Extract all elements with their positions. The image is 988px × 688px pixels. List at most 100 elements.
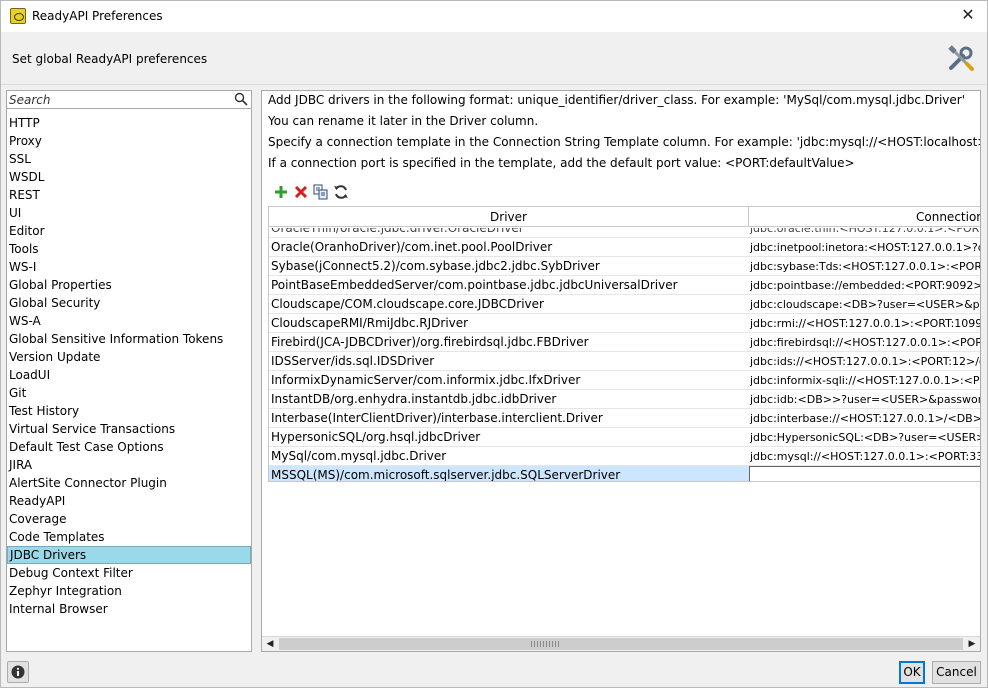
driver-cell[interactable]: Sybase(jConnect5.2)/com.sybase.jdbc2.jdb… bbox=[271, 257, 747, 276]
driver-cell[interactable]: PointBaseEmbeddedServer/com.pointbase.jd… bbox=[271, 276, 747, 295]
sidebar-item-editor[interactable]: Editor bbox=[7, 222, 251, 240]
sidebar-item-code-templates[interactable]: Code Templates bbox=[7, 528, 251, 546]
sidebar-item-test-history[interactable]: Test History bbox=[7, 402, 251, 420]
connection-cell[interactable]: jdbc:idb:<DB>>?user=<USER>&password= bbox=[749, 390, 980, 409]
table-row[interactable]: Cloudscape/COM.cloudscape.core.JDBCDrive… bbox=[269, 295, 980, 314]
header-text: Set global ReadyAPI preferences bbox=[12, 52, 208, 66]
sidebar-item-virtual-service-transactions[interactable]: Virtual Service Transactions bbox=[7, 420, 251, 438]
driver-cell[interactable]: IDSServer/ids.sql.IDSDriver bbox=[271, 352, 747, 371]
preferences-window: ReadyAPI Preferences ✕ Set global ReadyA… bbox=[0, 0, 988, 688]
table-row[interactable]: OracleThin/oracle.jdbc.driver.OracleDriv… bbox=[269, 228, 980, 238]
sidebar-item-ui[interactable]: UI bbox=[7, 204, 251, 222]
table-body: OracleThin/oracle.jdbc.driver.OracleDriv… bbox=[269, 228, 980, 481]
driver-cell[interactable]: Cloudscape/COM.cloudscape.core.JDBCDrive… bbox=[271, 295, 747, 314]
sidebar-item-global-security[interactable]: Global Security bbox=[7, 294, 251, 312]
sidebar-item-jira[interactable]: JIRA bbox=[7, 456, 251, 474]
sidebar-item-sensitive-tokens[interactable]: Global Sensitive Information Tokens bbox=[7, 330, 251, 348]
sidebar-item-wsdl[interactable]: WSDL bbox=[7, 168, 251, 186]
connection-cell[interactable]: jdbc:informix-sqli://<HOST:127.0.0.1>:<P… bbox=[749, 371, 980, 390]
jdbc-drivers-table: Driver Connection OracleThin/oracle.jdbc… bbox=[268, 206, 980, 482]
driver-cell[interactable]: Oracle(OranhoDriver)/com.inet.pool.PoolD… bbox=[271, 238, 747, 257]
connection-cell[interactable]: jdbc:firebirdsql://<HOST:127.0.0.1>:<POR… bbox=[749, 333, 980, 352]
driver-cell[interactable]: Firebird(JCA-JDBCDriver)/org.firebirdsql… bbox=[271, 333, 747, 352]
sidebar-item-loadui[interactable]: LoadUI bbox=[7, 366, 251, 384]
sidebar-item-readyapi[interactable]: ReadyAPI bbox=[7, 492, 251, 510]
driver-cell[interactable]: InstantDB/org.enhydra.instantdb.jdbc.idb… bbox=[271, 390, 747, 409]
driver-cell[interactable]: MSSQL(MS)/com.microsoft.sqlserver.jdbc.S… bbox=[271, 466, 747, 481]
table-row[interactable]: Oracle(OranhoDriver)/com.inet.pool.PoolD… bbox=[269, 238, 980, 257]
table-row[interactable]: InstantDB/org.enhydra.instantdb.jdbc.idb… bbox=[269, 390, 980, 409]
connection-cell[interactable]: jdbc:sybase:Tds:<HOST:127.0.0.1>:<PORT:5… bbox=[749, 257, 980, 276]
info-icon bbox=[11, 665, 25, 679]
column-header-driver[interactable]: Driver bbox=[269, 207, 749, 227]
add-icon[interactable] bbox=[273, 184, 289, 200]
sidebar-item-proxy[interactable]: Proxy bbox=[7, 132, 251, 150]
table-row[interactable]: CloudscapeRMI/RmiJdbc.RJDriver jdbc:rmi:… bbox=[269, 314, 980, 333]
sidebar-item-jdbc-drivers[interactable]: JDBC Drivers bbox=[7, 546, 251, 564]
info-line-port: If a connection port is specified in the… bbox=[268, 156, 855, 170]
sidebar-item-git[interactable]: Git bbox=[7, 384, 251, 402]
dialog-header: Set global ReadyAPI preferences bbox=[1, 32, 987, 85]
table-row[interactable]: InformixDynamicServer/com.informix.jdbc.… bbox=[269, 371, 980, 390]
sidebar-item-alertsite-connector[interactable]: AlertSite Connector Plugin bbox=[7, 474, 251, 492]
cancel-button[interactable]: Cancel bbox=[932, 661, 981, 684]
sidebar-item-version-update[interactable]: Version Update bbox=[7, 348, 251, 366]
scroll-right-icon[interactable]: ▶ bbox=[964, 637, 980, 651]
scrollbar-grip bbox=[531, 641, 559, 647]
sidebar-item-ssl[interactable]: SSL bbox=[7, 150, 251, 168]
driver-cell[interactable]: OracleThin/oracle.jdbc.driver.OracleDriv… bbox=[271, 228, 747, 237]
copy-icon[interactable] bbox=[313, 184, 329, 200]
refresh-icon[interactable] bbox=[333, 184, 349, 200]
driver-cell[interactable]: CloudscapeRMI/RmiJdbc.RJDriver bbox=[271, 314, 747, 333]
sidebar-item-ws-i[interactable]: WS-I bbox=[7, 258, 251, 276]
window-title: ReadyAPI Preferences bbox=[32, 9, 163, 23]
scrollbar-thumb[interactable] bbox=[279, 638, 963, 650]
connection-cell[interactable]: jdbc:rmi://<HOST:127.0.0.1>:<PORT:1099>/… bbox=[749, 314, 980, 333]
horizontal-scrollbar[interactable]: ◀ ▶ bbox=[262, 636, 980, 651]
table-row-selected[interactable]: MSSQL(MS)/com.microsoft.sqlserver.jdbc.S… bbox=[269, 466, 980, 481]
sidebar-item-ws-a[interactable]: WS-A bbox=[7, 312, 251, 330]
sidebar-item-debug-context-filter[interactable]: Debug Context Filter bbox=[7, 564, 251, 582]
sidebar-item-zephyr-integration[interactable]: Zephyr Integration bbox=[7, 582, 251, 600]
tools-icon bbox=[948, 45, 974, 71]
info-line-rename: You can rename it later in the Driver co… bbox=[268, 114, 539, 128]
sidebar-item-internal-browser[interactable]: Internal Browser bbox=[7, 600, 251, 618]
connection-cell[interactable]: jdbc:cloudscape:<DB>?user=<USER>&passw bbox=[749, 295, 980, 314]
info-line-template: Specify a connection template in the Con… bbox=[268, 135, 980, 149]
connection-cell[interactable]: jdbc:inetpool:inetora:<HOST:127.0.0.1>?d… bbox=[749, 238, 980, 257]
table-row[interactable]: Sybase(jConnect5.2)/com.sybase.jdbc2.jdb… bbox=[269, 257, 980, 276]
table-row[interactable]: IDSServer/ids.sql.IDSDriver jdbc:ids://<… bbox=[269, 352, 980, 371]
sidebar-item-rest[interactable]: REST bbox=[7, 186, 251, 204]
driver-cell[interactable]: Interbase(InterClientDriver)/interbase.i… bbox=[271, 409, 747, 428]
connection-cell[interactable]: jdbc:oracle:thin:<HOST:127.0.0.1>:<PORT:… bbox=[749, 228, 980, 237]
table-row[interactable]: Firebird(JCA-JDBCDriver)/org.firebirdsql… bbox=[269, 333, 980, 352]
table-row[interactable]: PointBaseEmbeddedServer/com.pointbase.jd… bbox=[269, 276, 980, 295]
search-icon[interactable] bbox=[234, 92, 248, 106]
remove-icon[interactable] bbox=[293, 184, 309, 200]
connection-cell[interactable]: jdbc:mysql://<HOST:127.0.0.1>:<PORT:3306 bbox=[749, 447, 980, 466]
driver-cell[interactable]: MySql/com.mysql.jdbc.Driver bbox=[271, 447, 747, 466]
table-row[interactable]: HypersonicSQL/org.hsql.jdbcDriver jdbc:H… bbox=[269, 428, 980, 447]
connection-cell[interactable]: jdbc:ids://<HOST:127.0.0.1>:<PORT:12>/co… bbox=[749, 352, 980, 371]
sidebar-item-tools[interactable]: Tools bbox=[7, 240, 251, 258]
driver-cell[interactable]: InformixDynamicServer/com.informix.jdbc.… bbox=[271, 371, 747, 390]
close-icon[interactable]: ✕ bbox=[959, 6, 977, 24]
sidebar-item-http[interactable]: HTTP bbox=[7, 114, 251, 132]
connection-cell[interactable]: jdbc:interbase://<HOST:127.0.0.1>/<DB>?u… bbox=[749, 409, 980, 428]
connection-cell[interactable]: jdbc:HypersonicSQL:<DB>?user=<USER>&p bbox=[749, 428, 980, 447]
search-input[interactable] bbox=[9, 92, 231, 107]
table-row[interactable]: MySql/com.mysql.jdbc.Driver jdbc:mysql:/… bbox=[269, 447, 980, 466]
info-line-format: Add JDBC drivers in the following format… bbox=[268, 93, 965, 107]
connection-cell[interactable]: jdbc:pointbase://embedded:<PORT:9092>/< bbox=[749, 276, 980, 295]
table-row[interactable]: Interbase(InterClientDriver)/interbase.i… bbox=[269, 409, 980, 428]
ok-button[interactable]: OK bbox=[899, 661, 925, 684]
sidebar-item-coverage[interactable]: Coverage bbox=[7, 510, 251, 528]
sidebar-item-global-properties[interactable]: Global Properties bbox=[7, 276, 251, 294]
jdbc-drivers-panel: Add JDBC drivers in the following format… bbox=[261, 90, 981, 652]
help-button[interactable] bbox=[7, 661, 29, 683]
scroll-left-icon[interactable]: ◀ bbox=[262, 637, 278, 651]
sidebar-item-default-test-case-options[interactable]: Default Test Case Options bbox=[7, 438, 251, 456]
driver-cell[interactable]: HypersonicSQL/org.hsql.jdbcDriver bbox=[271, 428, 747, 447]
column-header-connection[interactable]: Connection bbox=[749, 207, 980, 227]
connection-cell-editor[interactable] bbox=[749, 466, 980, 481]
